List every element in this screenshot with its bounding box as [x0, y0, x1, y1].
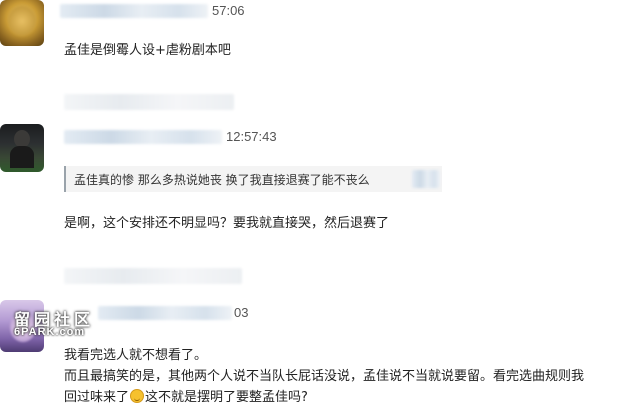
awkward-face-emoji-icon	[130, 389, 145, 403]
comment-text: 孟佳是倒霉人设+虐粉剧本吧	[64, 43, 231, 58]
user-avatar[interactable]	[0, 0, 44, 46]
comment-text-line: 我看完选人就不想看了。	[64, 348, 208, 363]
comment-text-part: 这不就是摆明了要整孟佳吗?	[145, 390, 308, 405]
comment-actions-blurred	[64, 94, 234, 110]
comment-timestamp: 12:57:43	[226, 129, 277, 144]
user-avatar[interactable]	[0, 124, 44, 172]
username-blurred[interactable]	[64, 130, 222, 144]
username-blurred[interactable]	[98, 306, 232, 320]
comment-text-part: 回过味来了	[64, 390, 130, 405]
watermark-en: 6PARK.com	[14, 326, 86, 338]
comment-text: 是啊，这个安排还不明显吗？要我就直接哭，然后退赛了	[64, 216, 390, 231]
comment-text-line: 回过味来了 这不就是摆明了要整孟佳吗?	[64, 386, 308, 405]
quoted-reply-text: 孟佳真的惨 那么多热说她丧 换了我直接退赛了能不丧么	[74, 173, 370, 187]
comment-timestamp: 03	[234, 305, 249, 320]
comment-timestamp: 57:06	[212, 3, 245, 18]
quoted-reply: 孟佳真的惨 那么多热说她丧 换了我直接退赛了能不丧么	[64, 166, 442, 192]
watermark-logo: 留园社区 6PARK.com	[4, 306, 94, 340]
comment-text-line: 而且最搞笑的是，其他两个人说不当队长屁话没说，孟佳说不当就说要留。看完选曲规则我	[64, 369, 585, 384]
quote-tail-blurred	[412, 170, 440, 188]
comment-actions-blurred	[64, 268, 242, 284]
username-blurred[interactable]	[60, 4, 208, 18]
